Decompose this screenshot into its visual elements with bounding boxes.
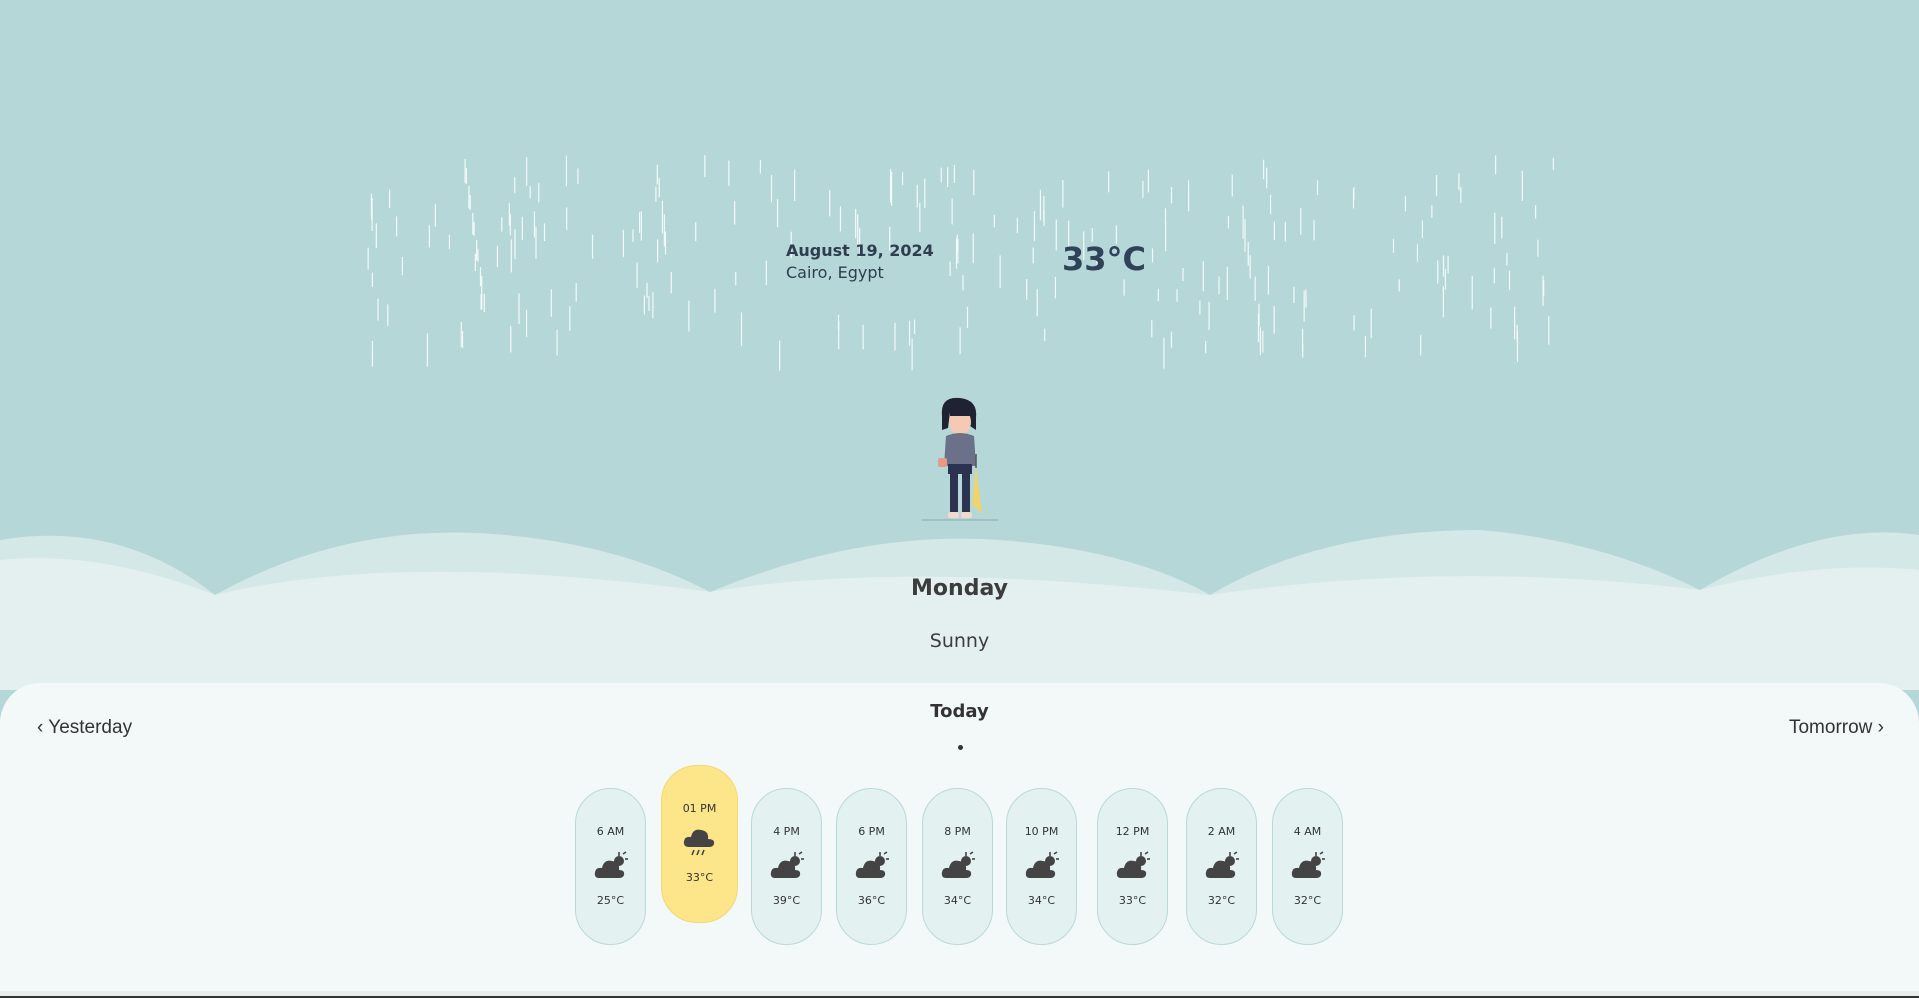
current-location: Cairo, Egypt <box>786 263 884 282</box>
current-date: August 19, 2024 <box>786 241 934 260</box>
partly-cloudy-icon <box>1116 850 1150 880</box>
active-day-indicator <box>958 745 963 750</box>
current-temperature: 33°C <box>1062 240 1147 278</box>
hour-temp: 34°C <box>943 894 972 907</box>
hour-temp: 25°C <box>596 894 625 907</box>
rain-animation <box>367 155 1554 371</box>
hour-card[interactable]: 4 PM 39°C <box>751 788 822 945</box>
hour-time: 8 PM <box>944 825 971 838</box>
hour-card[interactable]: 6 PM 36°C <box>836 788 907 945</box>
hour-card[interactable]: 4 AM 32°C <box>1272 788 1343 945</box>
partly-cloudy-icon <box>1205 850 1239 880</box>
hour-card[interactable]: 2 AM 32°C <box>1186 788 1257 945</box>
hour-temp: 36°C <box>857 894 886 907</box>
hour-temp: 33°C <box>685 871 714 884</box>
hour-card[interactable]: 12 PM 33°C <box>1097 788 1168 945</box>
partly-cloudy-icon <box>1025 850 1059 880</box>
today-label: Today <box>930 701 989 722</box>
hour-temp: 33°C <box>1118 894 1147 907</box>
partly-cloudy-icon <box>594 850 628 880</box>
weather-condition: Sunny <box>929 630 990 652</box>
hour-card[interactable]: 8 PM 34°C <box>922 788 993 945</box>
hour-temp: 32°C <box>1207 894 1236 907</box>
hour-time: 4 PM <box>773 825 800 838</box>
rain-cloud-icon <box>683 827 717 857</box>
hour-time: 2 AM <box>1207 825 1236 838</box>
partly-cloudy-icon <box>855 850 889 880</box>
hour-temp: 32°C <box>1293 894 1322 907</box>
hour-card[interactable]: 01 PM 33°C <box>661 765 738 923</box>
day-name: Monday <box>911 576 1008 601</box>
hour-card[interactable]: 6 AM 25°C <box>575 788 646 945</box>
girl-with-umbrella-illustration <box>922 397 998 521</box>
tomorrow-link[interactable]: Tomorrow › <box>1789 717 1884 739</box>
hour-time: 4 AM <box>1293 825 1322 838</box>
hour-time: 01 PM <box>682 802 717 815</box>
partly-cloudy-icon <box>1291 850 1325 880</box>
hour-time: 6 AM <box>596 825 625 838</box>
hour-time: 10 PM <box>1024 825 1059 838</box>
clouds-decoration <box>0 530 1919 690</box>
hour-temp: 39°C <box>772 894 801 907</box>
hour-time: 12 PM <box>1115 825 1150 838</box>
partly-cloudy-icon <box>941 850 975 880</box>
hour-temp: 34°C <box>1027 894 1056 907</box>
hour-time: 6 PM <box>858 825 885 838</box>
hour-card[interactable]: 10 PM 34°C <box>1006 788 1077 945</box>
partly-cloudy-icon <box>770 850 804 880</box>
bottom-bar <box>0 991 1919 998</box>
